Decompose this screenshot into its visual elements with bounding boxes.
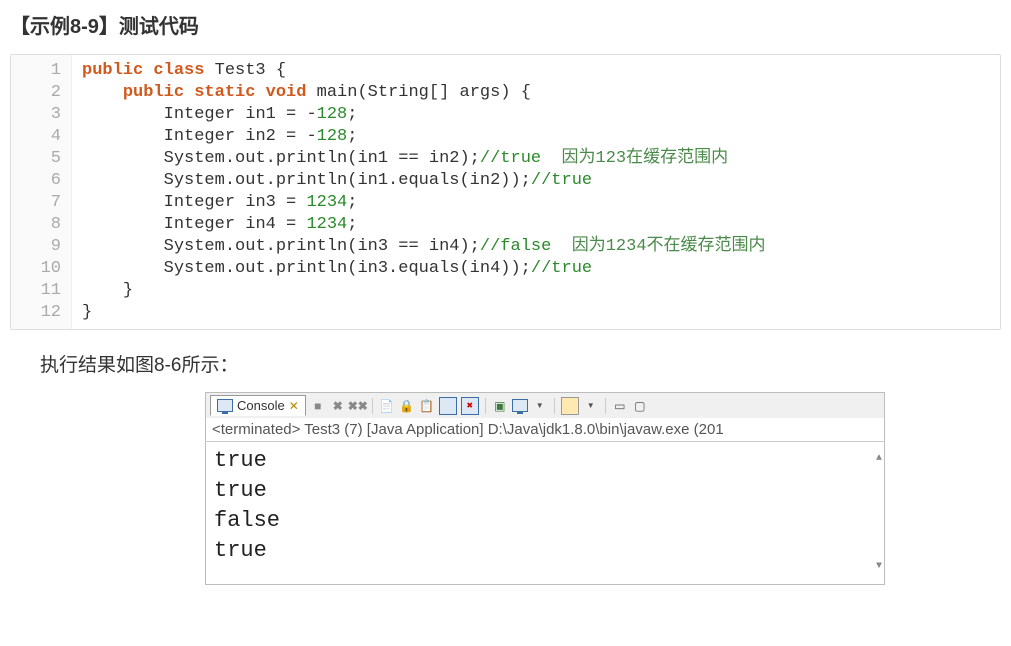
open-console-icon[interactable]: ▣ — [492, 398, 508, 414]
separator-icon — [485, 398, 486, 414]
scroll-up-arrow-icon[interactable]: ▲ — [876, 444, 882, 474]
display-selected2-icon[interactable]: ✖ — [461, 397, 479, 415]
code-line: public class Test3 { — [82, 60, 990, 82]
console-output-line: true — [214, 476, 876, 506]
console-output: ▲ ▼ truetruefalsetrue — [205, 441, 885, 585]
line-number: 11 — [11, 280, 61, 302]
code-content: public class Test3 { public static void … — [72, 55, 1000, 329]
pin-console-icon[interactable]: 🔒 — [399, 398, 415, 414]
dropdown-icon[interactable]: ▼ — [583, 398, 599, 414]
line-number: 4 — [11, 126, 61, 148]
example-title: 【示例8-9】测试代码 — [10, 10, 1001, 39]
console-toolbar: Console ✕ ■ ✖ ✖✖ 📄 🔒 📋 ✖ ▣ ▼ ▼ ▭ ▢ — [205, 392, 885, 418]
code-line: System.out.println(in3.equals(in4));//tr… — [82, 258, 990, 280]
minimize-icon[interactable]: ▭ — [612, 398, 628, 414]
console-output-line: true — [214, 536, 876, 566]
console-output-line: true — [214, 446, 876, 476]
result-intro-text: 执行结果如图8-6所示： — [40, 350, 1001, 377]
separator-icon — [605, 398, 606, 414]
code-block: 123456789101112 public class Test3 { pub… — [10, 54, 1001, 330]
scroll-lock-icon[interactable]: 📄 — [379, 398, 395, 414]
console-icon — [217, 399, 233, 412]
remove-all-icon[interactable]: ✖✖ — [350, 398, 366, 414]
line-number: 5 — [11, 148, 61, 170]
separator-icon — [554, 398, 555, 414]
display-selected-icon[interactable] — [439, 397, 457, 415]
monitor-icon[interactable] — [512, 398, 528, 414]
line-number: 8 — [11, 214, 61, 236]
line-number: 10 — [11, 258, 61, 280]
code-line: Integer in1 = -128; — [82, 104, 990, 126]
code-line: public static void main(String[] args) { — [82, 82, 990, 104]
code-line: System.out.println(in1.equals(in2));//tr… — [82, 170, 990, 192]
code-line: System.out.println(in3 == in4);//false 因… — [82, 236, 990, 258]
line-gutter: 123456789101112 — [11, 55, 72, 329]
code-line: } — [82, 302, 990, 324]
code-line: System.out.println(in1 == in2);//true 因为… — [82, 148, 990, 170]
code-line: Integer in4 = 1234; — [82, 214, 990, 236]
code-line: Integer in2 = -128; — [82, 126, 990, 148]
console-tab[interactable]: Console ✕ — [210, 395, 306, 416]
remove-icon[interactable]: ✖ — [330, 398, 346, 414]
clear-icon[interactable]: 📋 — [419, 398, 435, 414]
termination-status: <terminated> Test3 (7) [Java Application… — [205, 418, 885, 441]
maximize-icon[interactable]: ▢ — [632, 398, 648, 414]
code-line: } — [82, 280, 990, 302]
console-output-line: false — [214, 506, 876, 536]
new-console-icon[interactable] — [561, 397, 579, 415]
line-number: 9 — [11, 236, 61, 258]
separator-icon — [372, 398, 373, 414]
stop-icon[interactable]: ■ — [310, 398, 326, 414]
line-number: 2 — [11, 82, 61, 104]
dropdown-icon[interactable]: ▼ — [532, 398, 548, 414]
line-number: 3 — [11, 104, 61, 126]
console-window: Console ✕ ■ ✖ ✖✖ 📄 🔒 📋 ✖ ▣ ▼ ▼ ▭ ▢ <term… — [205, 392, 885, 585]
pin-icon: ✕ — [289, 399, 299, 413]
line-number: 7 — [11, 192, 61, 214]
scroll-down-arrow-icon[interactable]: ▼ — [876, 552, 882, 582]
code-line: Integer in3 = 1234; — [82, 192, 990, 214]
line-number: 1 — [11, 60, 61, 82]
line-number: 6 — [11, 170, 61, 192]
line-number: 12 — [11, 302, 61, 324]
console-tab-label: Console — [237, 398, 285, 413]
